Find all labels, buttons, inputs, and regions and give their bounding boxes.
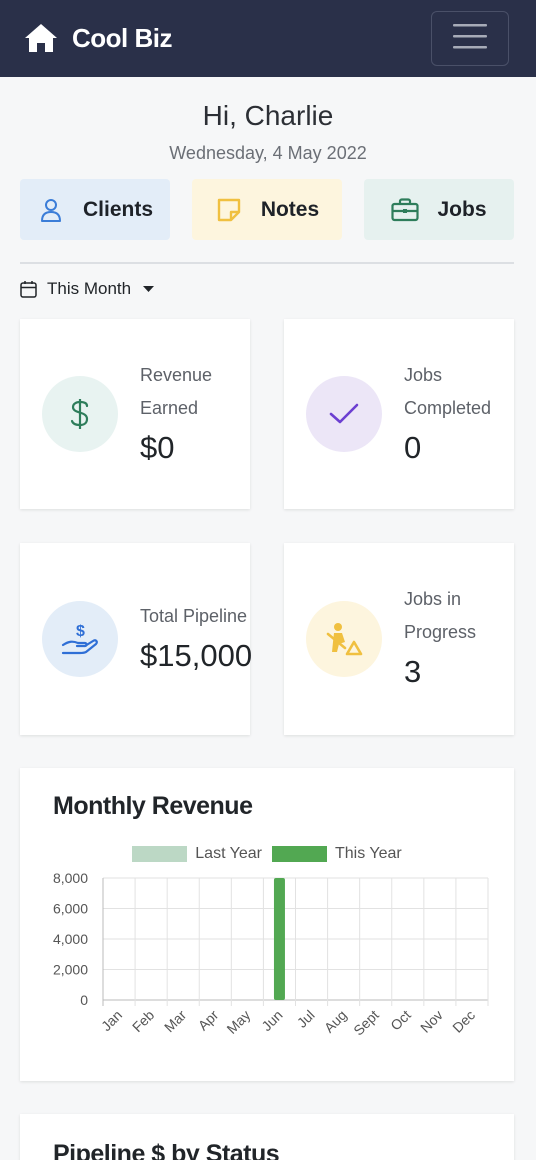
svg-text:$: $ [76, 623, 85, 640]
stat-card-jobs-completed: Jobs Completed 0 [284, 319, 514, 509]
period-dropdown[interactable]: This Month [20, 279, 155, 299]
calendar-icon [20, 280, 37, 298]
hand-holding-dollar-icon: $ [42, 601, 118, 677]
stat-card-total-pipeline: $ Total Pipeline $15,000 [20, 543, 253, 735]
home-icon [24, 22, 58, 54]
x-tick-label: Aug [321, 1007, 350, 1036]
notes-button[interactable]: Notes [192, 179, 342, 240]
period-label: This Month [47, 279, 132, 298]
y-tick-label: 4,000 [53, 931, 88, 947]
x-tick-label: Jul [294, 1007, 318, 1031]
stat-value: $15,000 [140, 638, 253, 673]
brand-link[interactable]: Cool Biz [24, 22, 173, 54]
x-tick-label: Jan [98, 1007, 125, 1034]
x-tick-label: Dec [449, 1007, 478, 1036]
section-title: Pipeline $ by Status [53, 1140, 280, 1160]
y-tick-label: 2,000 [53, 962, 88, 978]
x-tick-label: Apr [195, 1007, 222, 1034]
jobs-label: Jobs [437, 197, 487, 221]
clients-label: Clients [82, 197, 153, 221]
clients-button[interactable]: Clients [20, 179, 170, 240]
x-tick-label: Feb [129, 1007, 158, 1036]
user-icon [37, 196, 65, 224]
stat-label: Jobs Completed [404, 365, 492, 418]
monthly-revenue-card: Monthly Revenue Last Year This Year 0 2,0… [20, 768, 514, 1081]
check-icon [306, 376, 382, 452]
stat-value: 3 [404, 654, 422, 689]
chart-title: Monthly Revenue [53, 792, 253, 820]
legend-swatch [272, 846, 327, 862]
y-tick-label: 8,000 [53, 870, 88, 886]
current-date: Wednesday, 4 May 2022 [169, 143, 367, 163]
stat-card-revenue: Revenue Earned $0 [20, 319, 250, 509]
brand-name: Cool Biz [72, 22, 173, 53]
jobs-button[interactable]: Jobs [364, 179, 514, 240]
briefcase-icon [391, 196, 420, 224]
stat-label: Revenue Earned [140, 365, 213, 418]
person-digging-icon [306, 601, 382, 677]
stat-value: $0 [140, 430, 175, 465]
menu-toggle-button[interactable] [431, 11, 509, 66]
divider [20, 262, 514, 264]
sticky-note-icon [215, 196, 243, 224]
dollar-icon [42, 376, 118, 452]
bar-this-year [273, 878, 285, 1000]
legend-label: This Year [335, 845, 402, 862]
x-tick-label: May [223, 1007, 253, 1037]
legend-swatch [132, 846, 188, 862]
legend-label: Last Year [195, 845, 262, 862]
stat-label: Jobs in Progress [404, 589, 477, 642]
x-tick-label: Mar [161, 1007, 190, 1036]
stat-card-jobs-in-progress: Jobs in Progress 3 [284, 543, 514, 735]
y-tick-label: 0 [80, 992, 88, 1008]
x-tick-label: Sept [350, 1007, 382, 1039]
stat-value: 0 [404, 430, 422, 465]
legend-item[interactable]: This Year [272, 845, 402, 863]
y-tick-label: 6,000 [53, 901, 88, 917]
x-tick-label: Jun [258, 1007, 285, 1034]
navbar: Cool Biz [0, 0, 536, 77]
hamburger-icon [453, 23, 487, 54]
greeting-heading: Hi, Charlie [202, 100, 334, 131]
x-tick-label: Nov [417, 1007, 446, 1036]
stat-label: Total Pipeline [140, 606, 248, 626]
x-tick-label: Oct [387, 1007, 414, 1034]
chart-legend: Last Year This Year [20, 845, 514, 863]
caret-down-icon [143, 285, 155, 293]
monthly-revenue-chart: 0 2,000 4,000 6,000 8,000 Jan Feb Mar Apr May Jun J… [53, 870, 489, 1039]
pipeline-status-card: Pipeline $ by Status [20, 1114, 514, 1160]
legend-item[interactable]: Last Year [132, 845, 262, 863]
notes-label: Notes [260, 197, 320, 221]
